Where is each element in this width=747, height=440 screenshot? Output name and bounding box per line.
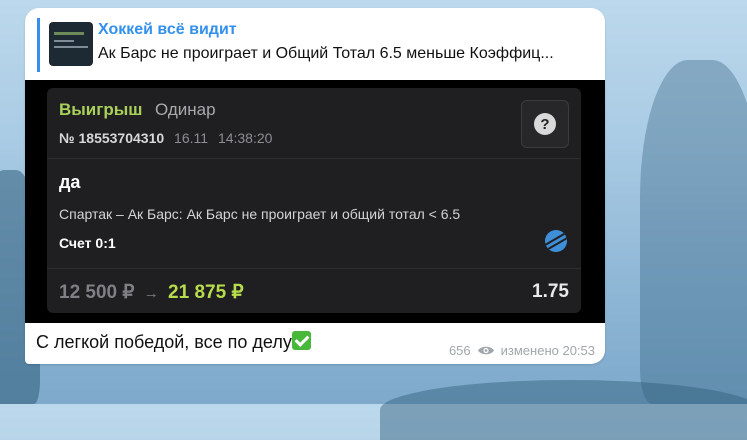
view-count: 656 [448,343,471,358]
eye-icon [477,346,494,355]
ticket-date: 16.11 [174,130,209,146]
message-bubble[interactable]: Хоккей всё видит Ак Барс не проиграет и … [25,8,605,364]
question-icon: ? [534,113,556,135]
divider [47,158,581,159]
reply-title: Хоккей всё видит [98,21,237,38]
background-tree-right [640,60,747,404]
arrow-icon: → [143,285,159,302]
ticket-number: № 18553704310 [59,130,165,146]
bet-screenshot[interactable]: Выигрыш Одинар № 18553704310 16.11 14:38… [25,80,605,323]
bet-status: Выигрыш [59,100,143,119]
message-meta: 656 изменено 20:53 [449,343,595,358]
message-caption: С легкой победой, все по делу [36,332,292,352]
puck-icon [540,225,572,257]
check-mark-button-icon [291,331,311,350]
background-hill [380,380,747,440]
reply-text: Ак Барс не проиграет и Общий Тотал 6.5 м… [98,45,554,62]
message-text: С легкой победой, все по делу [36,331,311,353]
bet-score: Счет 0:1 [59,235,116,251]
ticket-time: 14:38:20 [217,130,273,146]
bet-event: Спартак – Ак Барс: Ак Барс не проиграет … [59,206,461,222]
bet-type: Одинар [155,100,216,119]
divider [47,268,581,269]
coefficient: 1.75 [532,281,569,302]
reply-preview[interactable]: Хоккей всё видит Ак Барс не проиграет и … [37,18,593,72]
reply-thumbnail [49,22,93,66]
bet-amounts: 12 500 ₽ → 21 875 ₽ [59,281,244,304]
stake-amount: 12 500 ₽ [59,282,135,303]
payout-amount: 21 875 ₽ [168,282,244,303]
help-button: ? [521,100,569,148]
bet-card: Выигрыш Одинар № 18553704310 16.11 14:38… [47,88,581,313]
ticket-info: № 18553704310 16.11 14:38:20 [59,130,272,146]
edited-time: изменено 20:53 [500,343,595,358]
bet-outcome: да [59,172,81,192]
